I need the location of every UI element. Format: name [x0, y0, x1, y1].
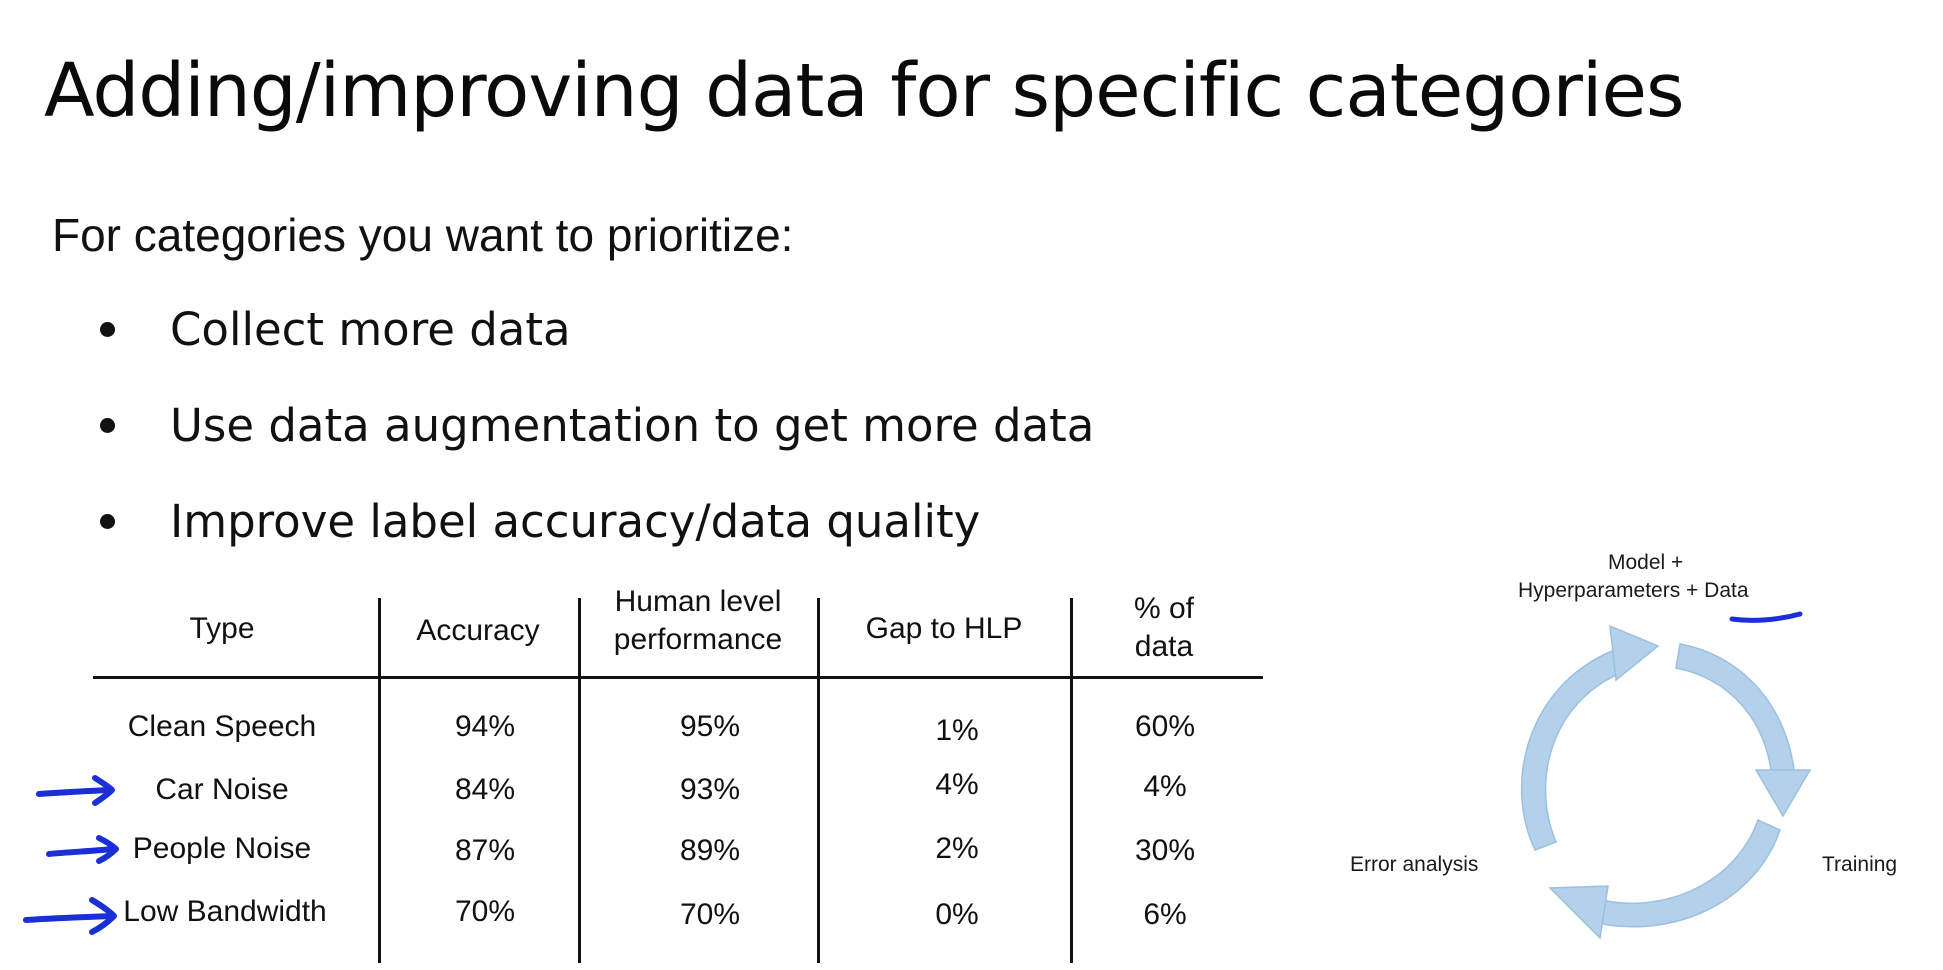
column-divider [1070, 598, 1073, 963]
iteration-cycle-diagram: Model + Hyperparameters + Data Error ana… [1340, 545, 1940, 970]
table-cell-gap: 4% [935, 768, 979, 801]
header-gap: Gap to HLP [865, 612, 1023, 645]
header-underline [93, 676, 1263, 679]
column-divider [578, 598, 581, 963]
table-cell-type: People Noise [132, 832, 312, 865]
bullet-text: Improve label accuracy/data quality [170, 495, 981, 548]
column-divider [378, 598, 381, 963]
header-pct-line2: data [1134, 630, 1194, 663]
hand-drawn-arrow-icon [23, 897, 117, 935]
table-cell-hlp: 70% [679, 898, 741, 931]
hand-drawn-arrow-icon [36, 775, 115, 806]
bullet-dot-icon [100, 418, 115, 433]
cycle-label-training: Training [1822, 853, 1898, 876]
table-cell-pct: 30% [1134, 834, 1196, 867]
table-cell-gap: 1% [935, 714, 979, 747]
bullet-dot-icon [100, 322, 115, 337]
table-cell-hlp: 89% [679, 834, 741, 867]
table-cell-pct: 6% [1143, 898, 1187, 931]
header-pct-line1: % of [1133, 592, 1195, 625]
bullet-text: Collect more data [170, 303, 571, 356]
cycle-label-model-line1: Model + [1608, 551, 1684, 574]
table-cell-gap: 0% [935, 898, 979, 931]
bullet-text: Use data augmentation to get more data [170, 399, 1095, 452]
intro-text: For categories you want to prioritize: [52, 209, 794, 261]
table-cell-hlp: 95% [679, 710, 741, 743]
column-divider [817, 598, 820, 963]
header-hlp-line2: performance [613, 623, 783, 656]
table-cell-type: Low Bandwidth [123, 895, 327, 928]
table-cell-hlp: 93% [679, 773, 741, 806]
bullet-dot-icon [100, 514, 115, 529]
slide-title: Adding/improving data for specific categ… [44, 48, 1685, 134]
header-accuracy: Accuracy [416, 614, 540, 647]
header-type: Type [189, 612, 255, 645]
circular-arrows-icon [1520, 624, 1812, 940]
table-cell-accuracy: 70% [454, 895, 516, 928]
header-hlp-line1: Human level [614, 585, 782, 618]
category-table: Type Accuracy Human level performance Ga… [0, 580, 1280, 970]
table-cell-accuracy: 84% [454, 773, 516, 806]
cycle-label-error-analysis: Error analysis [1350, 853, 1479, 876]
table-cell-pct: 60% [1134, 710, 1196, 743]
table-cell-accuracy: 87% [454, 834, 516, 867]
table-cell-gap: 2% [935, 832, 979, 865]
table-cell-accuracy: 94% [454, 710, 516, 743]
hand-drawn-arrow-icon [46, 835, 119, 864]
table-cell-type: Car Noise [155, 773, 289, 806]
table-cell-pct: 4% [1143, 770, 1187, 803]
table-cell-type: Clean Speech [127, 710, 317, 743]
cycle-label-model-line2: Hyperparameters + Data [1518, 579, 1749, 602]
